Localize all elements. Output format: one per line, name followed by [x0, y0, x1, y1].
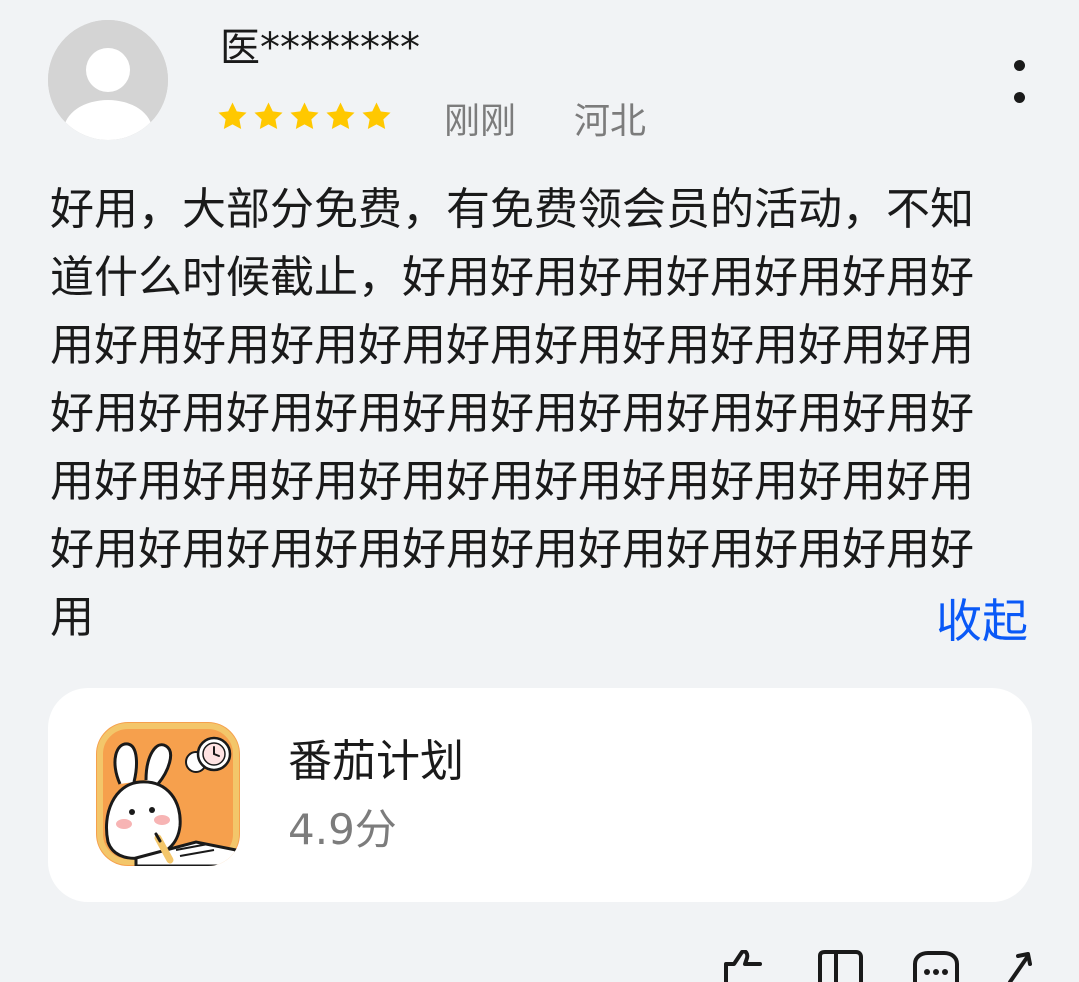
app-card[interactable]: 番茄计划 4.9分: [48, 688, 1032, 902]
action-bar: [0, 940, 1079, 982]
more-options-button[interactable]: [1002, 52, 1038, 112]
star-icon: [360, 100, 393, 133]
more-vertical-icon: [1014, 60, 1025, 71]
user-avatar[interactable]: [48, 20, 168, 140]
review-item: 医******** 刚刚 河北 好用，大部分免费，有免费领会员的活动，不知道什么…: [0, 0, 1079, 982]
collapse-button[interactable]: 收起: [936, 588, 1028, 654]
rating-stars: [216, 100, 393, 133]
review-text: 好用，大部分免费，有免费领会员的活动，不知道什么时候截止，好用好用好用好用好用好…: [50, 184, 974, 643]
review-time: 刚刚: [444, 101, 517, 142]
review-location: 河北: [574, 101, 647, 142]
star-icon: [216, 100, 249, 133]
star-icon: [324, 100, 357, 133]
app-rating: 4.9分: [288, 805, 397, 854]
app-name: 番茄计划: [288, 736, 464, 787]
bookmark-icon[interactable]: [816, 950, 864, 982]
share-icon[interactable]: [1004, 950, 1036, 982]
avatar-person-icon: [48, 20, 168, 140]
app-icon[interactable]: [96, 722, 240, 866]
star-icon: [252, 100, 285, 133]
star-icon: [288, 100, 321, 133]
thumbs-up-icon[interactable]: [720, 950, 768, 982]
reviewer-name: 医********: [220, 25, 420, 71]
comment-icon[interactable]: [912, 950, 960, 982]
rabbit-app-icon: [96, 722, 240, 866]
